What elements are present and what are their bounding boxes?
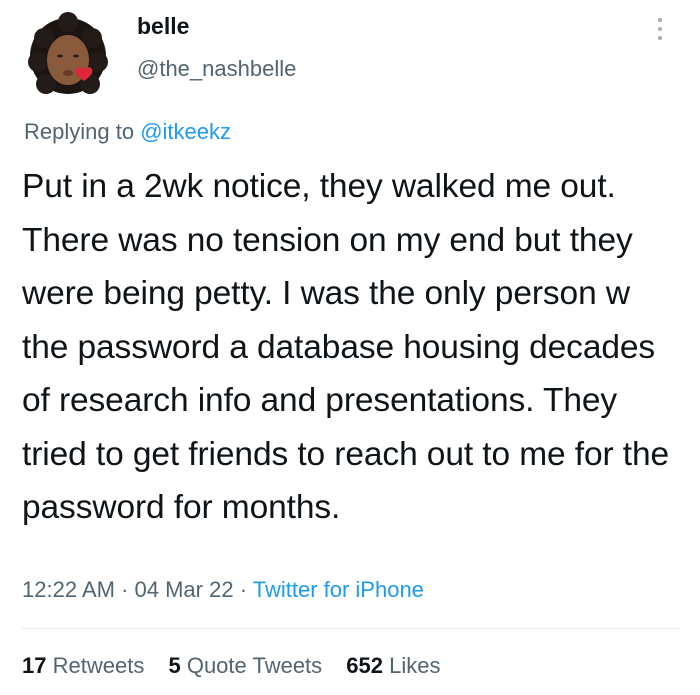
retweets-count: 17	[22, 653, 47, 678]
user-handle[interactable]: @the_nashbelle	[137, 56, 296, 82]
retweets-label: Retweets	[52, 653, 145, 678]
tweet-time[interactable]: 12:22 AM	[22, 577, 115, 602]
tweet-source-link[interactable]: Twitter for iPhone	[253, 577, 424, 602]
retweets-stat[interactable]: 17 Retweets	[22, 653, 144, 678]
likes-label: Likes	[389, 653, 441, 678]
likes-count: 652	[346, 653, 384, 678]
memoji-avatar-icon	[28, 12, 108, 94]
quote-tweets-stat[interactable]: 5 Quote Tweets	[168, 653, 322, 678]
likes-stat[interactable]: 652 Likes	[346, 653, 440, 678]
replying-to-link[interactable]: @itkeekz	[140, 119, 231, 144]
more-options-icon[interactable]	[650, 14, 670, 44]
replying-to: Replying to @itkeekz	[24, 119, 231, 145]
tweet-stats: 17 Retweets 5 Quote Tweets 652 Likes	[22, 653, 459, 679]
avatar[interactable]	[22, 10, 114, 102]
display-name[interactable]: belle	[137, 13, 189, 40]
tweet-text: Put in a 2wk notice, they walked me out.…	[22, 168, 670, 526]
replying-to-prefix: Replying to	[24, 119, 141, 144]
quote-tweets-label: Quote Tweets	[186, 653, 323, 678]
divider	[22, 628, 680, 629]
quote-tweets-count: 5	[168, 653, 181, 678]
tweet-meta: 12:22 AM · 04 Mar 22 · Twitter for iPhon…	[22, 577, 424, 603]
tweet-date[interactable]: 04 Mar 22	[135, 577, 234, 602]
meta-separator: ·	[114, 577, 135, 602]
meta-separator: ·	[233, 577, 253, 602]
